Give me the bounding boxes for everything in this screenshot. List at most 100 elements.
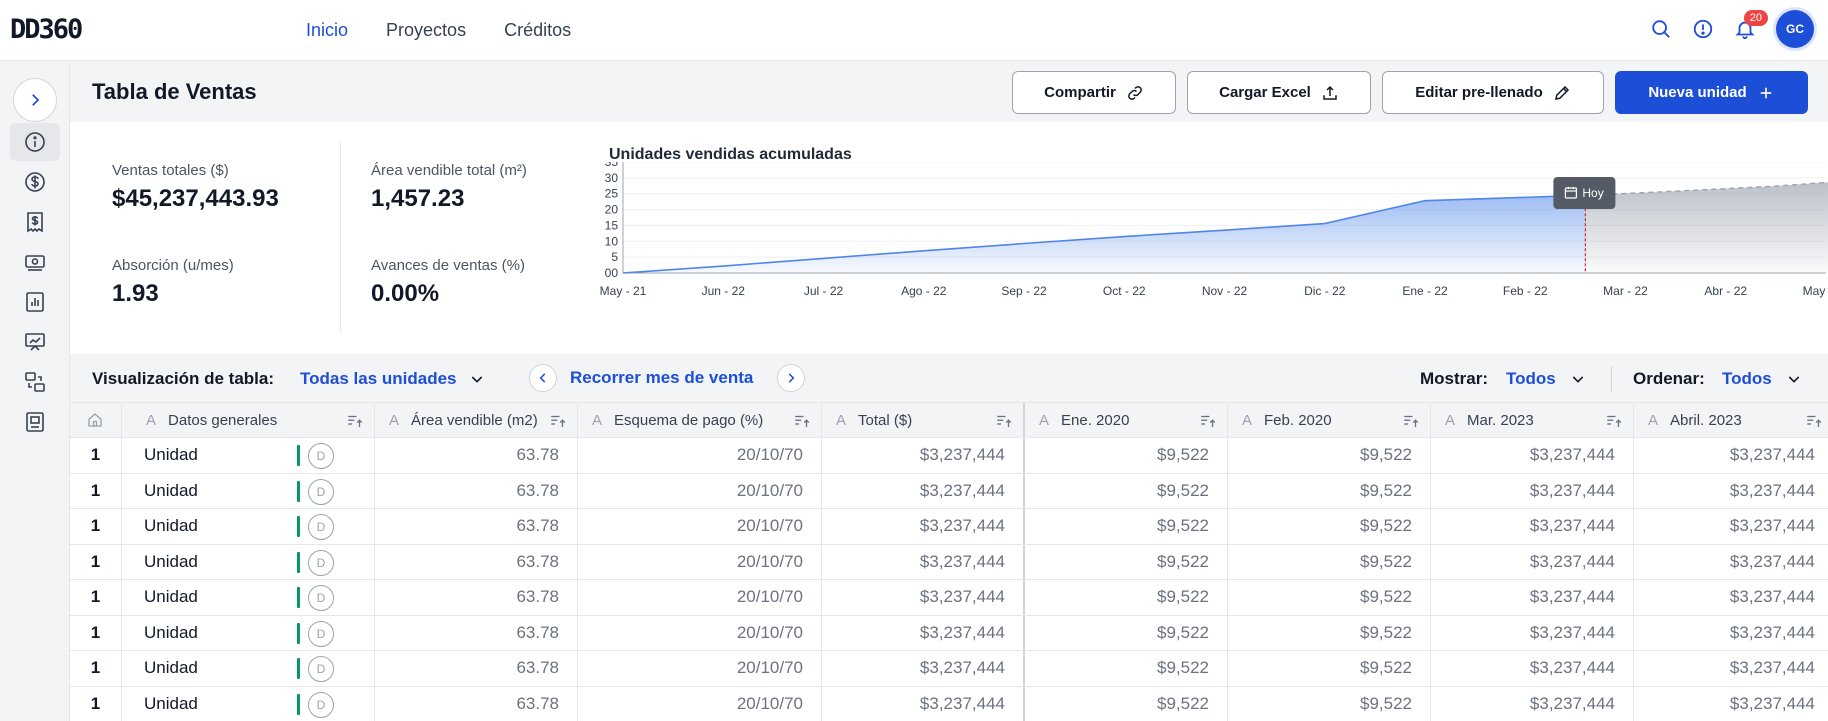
month-cell[interactable]: $9,522 [1228, 580, 1431, 615]
app-logo[interactable]: DD360 [10, 14, 83, 45]
month-cell[interactable]: $3,237,444 [1431, 473, 1634, 508]
total-cell[interactable]: $3,237,444 [822, 509, 1025, 544]
table-row[interactable]: 1 Unidad D 63.78 20/10/70 $3,237,444 $9,522 $9,… [70, 615, 1828, 651]
total-cell[interactable]: $3,237,444 [822, 686, 1025, 721]
month-cell[interactable]: $3,237,444 [1634, 616, 1825, 651]
month-cell[interactable]: $3,237,444 [1431, 615, 1634, 650]
show-select[interactable]: Todos [1506, 369, 1586, 389]
month-cell[interactable]: $9,522 [1228, 651, 1431, 686]
month-cell[interactable]: $9,522 [1228, 509, 1431, 544]
table-row[interactable]: 1 Unidad D 63.78 20/10/70 $3,237,444 $9,522 $9,… [70, 580, 1828, 616]
area-cell[interactable]: 63.78 [375, 509, 578, 544]
table-row[interactable]: 1 Unidad D 63.78 20/10/70 $3,237,444 $9,522 $9,… [70, 473, 1828, 509]
table-row[interactable]: 1 Unidad D 63.78 20/10/70 $3,237,444 $9,522 $9,… [70, 651, 1828, 687]
search-icon[interactable] [1650, 18, 1672, 40]
rail-item-info[interactable] [10, 123, 60, 161]
unit-cell[interactable]: Unidad D [122, 473, 375, 508]
scheme-cell[interactable]: 20/10/70 [578, 438, 822, 473]
rail-item-receipt[interactable] [10, 203, 60, 241]
status-badge[interactable]: D [308, 656, 334, 682]
month-cell[interactable]: $3,237,444 [1634, 580, 1825, 615]
upload-excel-button[interactable]: Cargar Excel [1187, 71, 1371, 114]
status-badge[interactable]: D [308, 443, 334, 469]
status-badge[interactable]: D [308, 620, 334, 647]
month-cell[interactable]: $3,237,444 [1634, 438, 1825, 473]
area-cell[interactable]: 63.78 [375, 473, 578, 508]
month-cell[interactable]: $9,522 [1025, 651, 1228, 686]
unit-cell[interactable]: Unidad D [122, 686, 375, 721]
edit-prefill-button[interactable]: Editar pre-llenado [1382, 71, 1604, 114]
month-cell[interactable]: $3,237,444 [1634, 474, 1825, 509]
column-header[interactable]: A Esquema de pago (%) [578, 403, 822, 437]
rail-item-building[interactable] [10, 403, 60, 441]
month-cell[interactable]: $9,522 [1025, 686, 1228, 721]
column-header[interactable]: A Área vendible (m2) [375, 403, 578, 437]
column-header[interactable]: A Datos generales [122, 403, 375, 437]
order-select[interactable]: Todos [1722, 369, 1802, 389]
month-cell[interactable]: $3,237,444 [1431, 509, 1634, 544]
nav-creditos[interactable]: Créditos [504, 20, 571, 41]
unit-cell[interactable]: Unidad D [122, 544, 375, 579]
rail-item-transfer[interactable] [10, 363, 60, 401]
scheme-cell[interactable]: 20/10/70 [578, 509, 822, 544]
scheme-cell[interactable]: 20/10/70 [578, 544, 822, 579]
month-cell[interactable]: $9,522 [1025, 615, 1228, 650]
unit-cell[interactable]: Unidad D [122, 580, 375, 615]
month-cell[interactable]: $9,522 [1025, 509, 1228, 544]
total-cell[interactable]: $3,237,444 [822, 580, 1025, 615]
expand-sidebar-button[interactable] [13, 78, 57, 122]
avatar[interactable]: GC [1776, 10, 1814, 48]
unit-cell[interactable]: Unidad D [122, 651, 375, 686]
area-cell[interactable]: 63.78 [375, 686, 578, 721]
month-cell[interactable]: $3,237,444 [1431, 580, 1634, 615]
table-row[interactable]: 1 Unidad D 63.78 20/10/70 $3,237,444 $9,522 $9,… [70, 509, 1828, 545]
unit-cell[interactable]: Unidad D [122, 509, 375, 544]
status-badge[interactable]: D [308, 691, 334, 718]
month-cell[interactable]: $9,522 [1228, 544, 1431, 579]
status-badge[interactable]: D [308, 585, 334, 611]
area-cell[interactable]: 63.78 [375, 580, 578, 615]
walk-month-label[interactable]: Recorrer mes de venta [570, 368, 753, 388]
month-cell[interactable]: $3,237,444 [1431, 686, 1634, 721]
view-select[interactable]: Todas las unidades [300, 369, 485, 389]
table-row[interactable]: 1 Unidad D 63.78 20/10/70 $3,237,444 $9,522 $9,… [70, 438, 1828, 474]
scheme-cell[interactable]: 20/10/70 [578, 651, 822, 686]
month-cell[interactable]: $9,522 [1228, 615, 1431, 650]
status-badge[interactable]: D [308, 478, 334, 505]
month-cell[interactable]: $9,522 [1025, 580, 1228, 615]
month-cell[interactable]: $3,237,444 [1431, 651, 1634, 686]
table-row[interactable]: 1 Unidad D 63.78 20/10/70 $3,237,444 $9,522 $9,… [70, 686, 1828, 721]
status-badge[interactable]: D [308, 514, 334, 540]
area-cell[interactable]: 63.78 [375, 615, 578, 650]
scheme-cell[interactable]: 20/10/70 [578, 580, 822, 615]
rail-item-cash[interactable] [10, 243, 60, 281]
notifications-button[interactable]: 20 [1734, 10, 1768, 40]
share-button[interactable]: Compartir [1012, 71, 1176, 114]
column-header[interactable]: A Feb. 2020 [1228, 403, 1431, 437]
month-cell[interactable]: $9,522 [1025, 544, 1228, 579]
area-cell[interactable]: 63.78 [375, 544, 578, 579]
column-header[interactable]: A Ene. 2020 [1025, 403, 1228, 437]
next-month-button[interactable] [777, 364, 805, 392]
total-cell[interactable]: $3,237,444 [822, 544, 1025, 579]
month-cell[interactable]: $3,237,444 [1634, 687, 1825, 721]
scheme-cell[interactable]: 20/10/70 [578, 615, 822, 650]
month-cell[interactable]: $9,522 [1025, 473, 1228, 508]
total-cell[interactable]: $3,237,444 [822, 473, 1025, 508]
total-cell[interactable]: $3,237,444 [822, 651, 1025, 686]
unit-cell[interactable]: Unidad D [122, 615, 375, 650]
month-cell[interactable]: $9,522 [1228, 686, 1431, 721]
month-cell[interactable]: $3,237,444 [1431, 438, 1634, 473]
nav-inicio[interactable]: Inicio [306, 20, 348, 41]
month-cell[interactable]: $3,237,444 [1634, 509, 1825, 544]
column-header[interactable]: A Abril. 2023 [1634, 403, 1825, 437]
column-header[interactable]: A Mar. 2023 [1431, 403, 1634, 437]
month-cell[interactable]: $3,237,444 [1634, 545, 1825, 580]
status-badge[interactable]: D [308, 549, 334, 576]
month-cell[interactable]: $9,522 [1228, 473, 1431, 508]
home-column[interactable] [70, 403, 122, 437]
new-unit-button[interactable]: Nueva unidad [1615, 71, 1808, 114]
total-cell[interactable]: $3,237,444 [822, 438, 1025, 473]
table-row[interactable]: 1 Unidad D 63.78 20/10/70 $3,237,444 $9,522 $9,… [70, 544, 1828, 580]
scheme-cell[interactable]: 20/10/70 [578, 473, 822, 508]
